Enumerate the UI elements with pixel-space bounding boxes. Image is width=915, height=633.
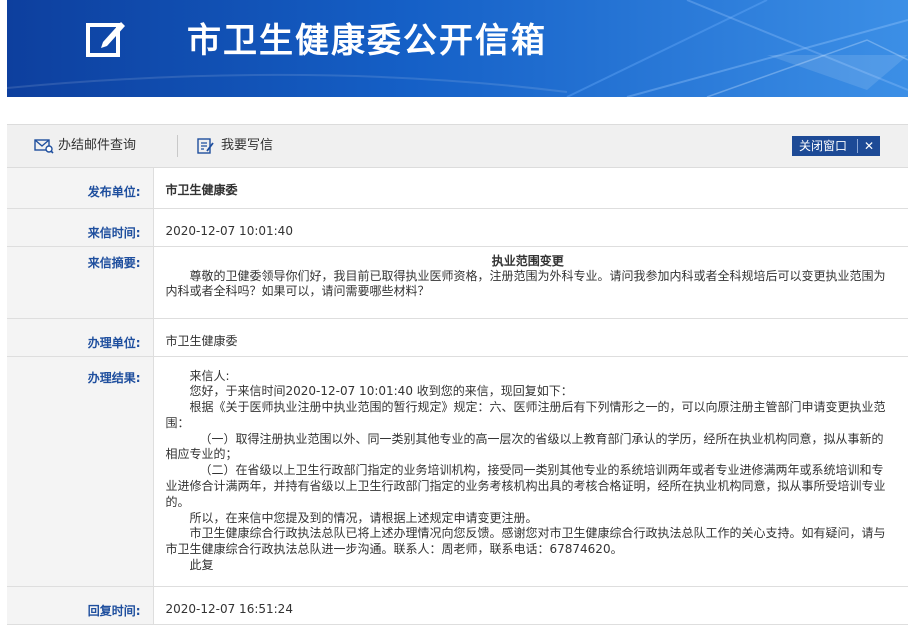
page-title: 市卫生健康委公开信箱 — [187, 21, 547, 61]
result-row: 办理结果: 来信人: 您好，于来信时间2020-12-07 10:01:40 收… — [7, 356, 908, 587]
summary-label: 来信摘要: — [7, 246, 154, 319]
toolbar: 办结邮件查询 我要写信 关闭窗口 ✕ — [7, 124, 908, 168]
result-line: （二）在省级以上卫生行政部门指定的业务培训机构，接受同一类别其他专业的系统培训两… — [165, 463, 886, 509]
reply-time-value: 2020-12-07 16:51:24 — [153, 586, 908, 625]
close-x-icon: ✕ — [863, 139, 875, 153]
summary-title: 执业范围变更 — [491, 253, 564, 268]
close-window-label: 关闭窗口 — [799, 139, 848, 153]
summary-body: 尊敬的卫健委领导你们好，我目前已取得执业医师资格，注册范围为外科专业。请问我参加… — [165, 268, 886, 299]
summary-row: 来信摘要: 执业范围变更 尊敬的卫健委领导你们好，我目前已取得执业医师资格，注册… — [7, 246, 908, 319]
handler-value: 市卫生健康委 — [153, 318, 908, 357]
reply-time-row: 回复时间: 2020-12-07 16:51:24 — [7, 586, 908, 625]
result-line: 市卫生健康综合行政执法总队已将上述办理情况向您反馈。感谢您对市卫生健康综合行政执… — [165, 526, 886, 557]
edit-square-icon — [85, 18, 127, 60]
result-line: 此复 — [189, 558, 214, 573]
completed-mail-query-label: 办结邮件查询 — [58, 138, 137, 153]
toolbar-divider — [177, 135, 178, 157]
header-banner: 市卫生健康委公开信箱 — [7, 0, 908, 97]
received-time-label: 来信时间: — [7, 208, 154, 247]
publisher-row: 发布单位: 市卫生健康委 — [7, 168, 908, 209]
publisher-label: 发布单位: — [7, 168, 154, 209]
write-letter-label: 我要写信 — [221, 138, 274, 153]
mail-search-icon — [34, 139, 54, 154]
result-label: 办理结果: — [7, 356, 154, 587]
pen-paper-icon — [197, 138, 214, 154]
letter-detail-table: 发布单位: 市卫生健康委 来信时间: 2020-12-07 10:01:40 来… — [7, 168, 908, 625]
close-button-divider — [857, 139, 858, 153]
received-time-row: 来信时间: 2020-12-07 10:01:40 — [7, 208, 908, 247]
result-content: 来信人: 您好，于来信时间2020-12-07 10:01:40 收到您的来信，… — [153, 356, 908, 587]
result-line: （一）取得注册执业范围以外、同一类别其他专业的高一层次的省级以上教育部门承认的学… — [165, 431, 884, 462]
handler-row: 办理单位: 市卫生健康委 — [7, 318, 908, 357]
reply-time-label: 回复时间: — [7, 586, 154, 625]
publisher-value: 市卫生健康委 — [153, 168, 908, 209]
handler-label: 办理单位: — [7, 318, 154, 357]
result-line: 所以，在来信中您提及到的情况，请根据上述规定申请变更注册。 — [189, 510, 538, 525]
close-window-button[interactable]: 关闭窗口 ✕ — [792, 136, 880, 156]
received-time-value: 2020-12-07 10:01:40 — [153, 208, 908, 247]
result-line: 来信人: — [189, 368, 230, 383]
summary-content: 执业范围变更 尊敬的卫健委领导你们好，我目前已取得执业医师资格，注册范围为外科专… — [153, 246, 908, 319]
result-line: 您好，于来信时间2020-12-07 10:01:40 收到您的来信，现回复如下… — [189, 384, 573, 399]
result-line: 根据《关于医师执业注册中执业范围的暂行规定》规定：六、医师注册后有下列情形之一的… — [165, 400, 886, 430]
